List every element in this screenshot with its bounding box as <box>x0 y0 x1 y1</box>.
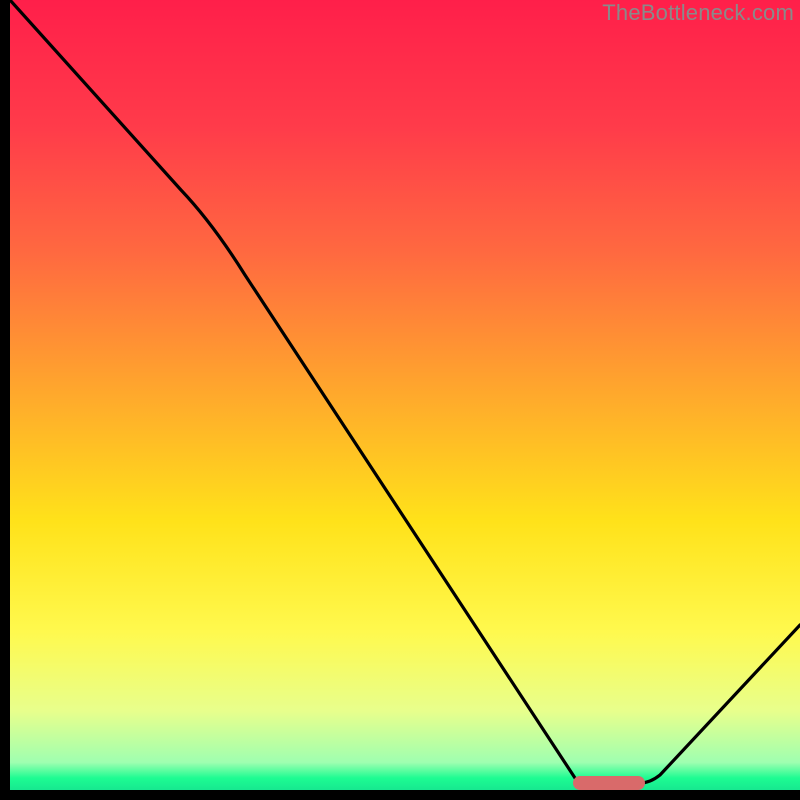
bottleneck-chart: TheBottleneck.com <box>0 0 800 800</box>
y-axis <box>0 0 10 800</box>
watermark-text: TheBottleneck.com <box>602 0 794 26</box>
x-axis <box>0 790 800 800</box>
gradient-background <box>0 0 800 800</box>
optimal-range-marker <box>573 776 645 790</box>
